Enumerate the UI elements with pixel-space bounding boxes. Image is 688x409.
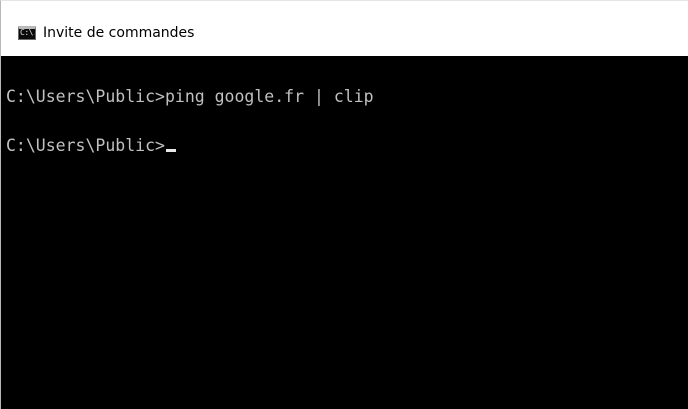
text-cursor [165, 149, 176, 152]
console-line: C:\Users\Public> [6, 136, 176, 156]
console-prompt: C:\Users\Public> [6, 136, 165, 155]
console-command: ping google.fr | clip [164, 87, 374, 106]
console-line: C:\Users\Public>ping google.fr | clip [6, 87, 374, 107]
cmd-icon-label: C:\. [20, 28, 36, 37]
title-bar[interactable]: C:\. Invite de commandes [1, 1, 688, 56]
console-prompt: C:\Users\Public> [6, 87, 165, 106]
console-area[interactable]: C:\Users\Public>ping google.fr | clip C:… [1, 56, 688, 409]
cmd-icon[interactable]: C:\. [18, 26, 36, 40]
window-title: Invite de commandes [43, 25, 195, 41]
cmd-window: C:\. Invite de commandes C:\Users\Public… [0, 0, 688, 409]
